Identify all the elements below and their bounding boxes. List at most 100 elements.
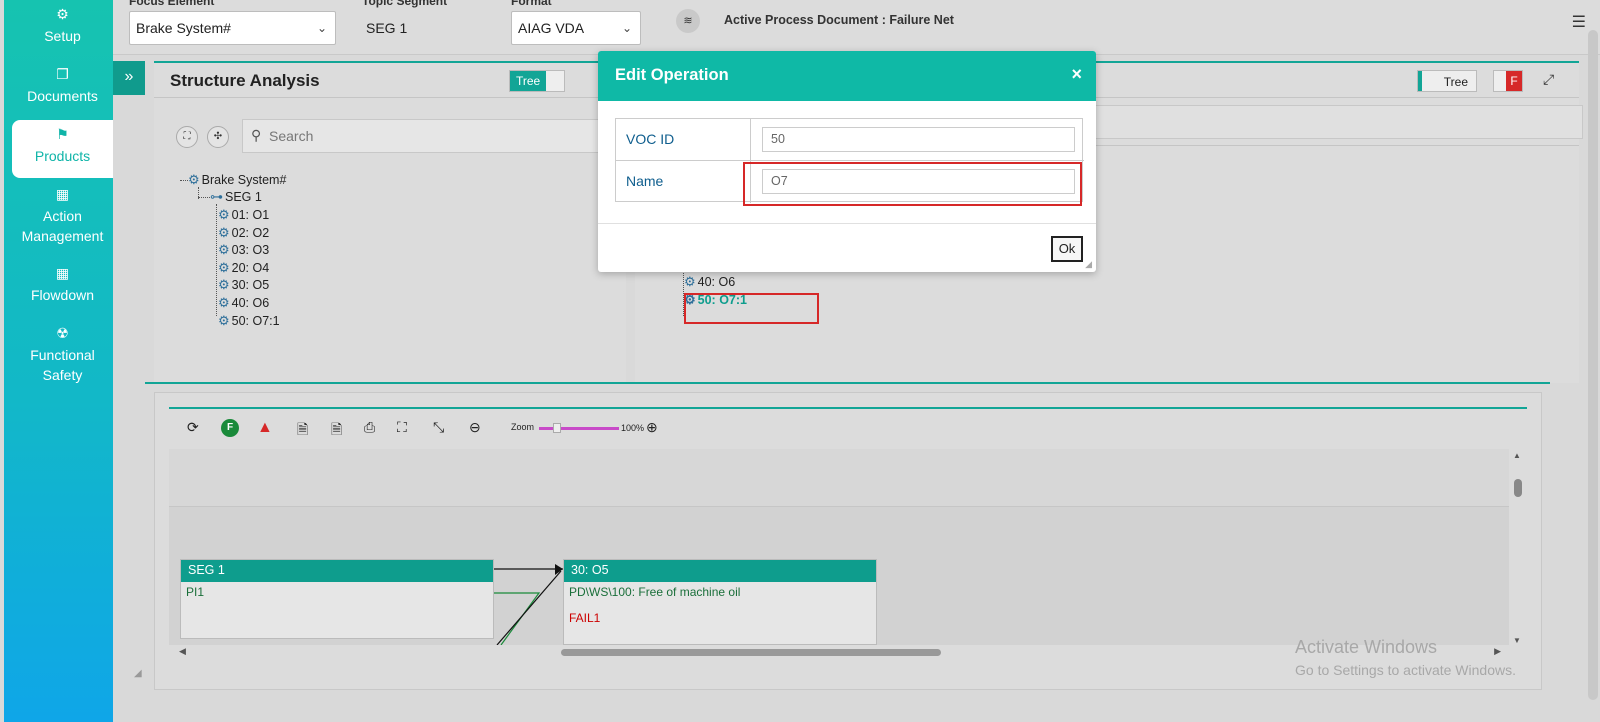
- search-input[interactable]: ⚲ Search: [242, 119, 622, 153]
- sidebar-item-label: Action Management: [21, 208, 104, 244]
- scroll-right-icon[interactable]: ▶: [1494, 646, 1501, 657]
- diagram-node[interactable]: 30: O5 PD\WS\100: Free of machine oil FA…: [563, 559, 877, 645]
- tree-node-op[interactable]: ⚙ 03: O3: [218, 242, 269, 258]
- scroll-thumb[interactable]: [1514, 479, 1522, 497]
- ok-button[interactable]: Ok: [1051, 236, 1083, 262]
- tree-node-op[interactable]: ⚙ 50: O7:1: [218, 313, 280, 329]
- sidebar-item-label: Functional Safety: [30, 347, 95, 383]
- resize-handle-icon[interactable]: ◢: [1085, 259, 1092, 270]
- tree-node-label: 03: O3: [231, 243, 270, 257]
- export-svg-icon[interactable]: 🗎: [297, 419, 308, 443]
- sidebar-item-label: Products: [34, 148, 91, 164]
- tree-connector: [180, 180, 188, 181]
- divider: [154, 97, 626, 98]
- settings-sliders-icon[interactable]: ☰: [1572, 12, 1586, 32]
- chevron-down-icon: ⌄: [316, 21, 327, 35]
- close-icon[interactable]: ×: [1071, 64, 1082, 85]
- expand-panel-button[interactable]: »: [113, 61, 145, 95]
- panel-title: Structure Analysis: [170, 71, 320, 90]
- refresh-icon[interactable]: ⟳: [187, 419, 199, 436]
- page-scrollbar[interactable]: [1588, 30, 1598, 700]
- section-divider: [145, 382, 1550, 384]
- diagram-frame: ⟳ F ▲ 🗎 🗎 ⎙ ⛶ ⤡ ⊖ Zoom 100% ⊕ SEG 1 PI1 …: [169, 407, 1527, 656]
- expand-all-icon[interactable]: ⛶: [176, 126, 198, 148]
- right-search-input[interactable]: [1075, 105, 1583, 139]
- tree-node-label: 01: O1: [231, 208, 270, 222]
- scroll-left-icon[interactable]: ◀: [179, 646, 186, 657]
- tree-node-label: Brake System#: [201, 173, 287, 187]
- zoom-in-icon[interactable]: ⊕: [646, 419, 658, 436]
- diagram-canvas[interactable]: SEG 1 PI1 30: O5 PD\WS\100: Free of mach…: [169, 449, 1509, 645]
- search-placeholder: Search: [269, 128, 314, 144]
- node-title: 30: O5: [564, 560, 876, 582]
- tree-node-label: 50: O7:1: [231, 314, 280, 328]
- tree-node-root[interactable]: ⚙ Brake System#: [188, 172, 286, 188]
- sidebar-item-flowdown[interactable]: ▦ Flowdown: [12, 265, 113, 307]
- tree-connector: [216, 204, 217, 316]
- voc-id-field[interactable]: 50: [762, 127, 1075, 152]
- voc-id-row: VOC ID 50: [616, 119, 1084, 161]
- activate-windows-watermark: Activate Windows: [1295, 637, 1438, 657]
- operation-icon: ⚙: [218, 207, 230, 222]
- top-bar: Focus Element Brake System# ⌄ Topic Segm…: [113, 0, 1600, 55]
- tree-node-label: 40: O6: [697, 275, 736, 289]
- chevron-down-icon: ⌄: [621, 21, 632, 35]
- node-fail: FAIL1: [569, 611, 601, 625]
- sidebar-item-documents[interactable]: ❐ Documents: [12, 66, 113, 108]
- format-value: AIAG VDA: [518, 20, 585, 36]
- operation-icon: ⚙: [218, 295, 230, 310]
- sidebar-item-setup[interactable]: ⚙ Setup: [12, 6, 113, 48]
- canvas-header-band: [169, 449, 1509, 507]
- failure-green-icon[interactable]: F: [221, 419, 239, 437]
- tree-node-op[interactable]: ⚙ 02: O2: [218, 225, 269, 241]
- resize-handle-icon[interactable]: ◢: [134, 668, 142, 679]
- sidebar-item-products[interactable]: ⚑ Products: [12, 120, 113, 178]
- tree-node-segment[interactable]: ⊶ SEG 1: [210, 189, 262, 205]
- fit-screen-icon[interactable]: ⛶: [397, 419, 407, 436]
- tree-node-label: 20: O4: [231, 261, 270, 275]
- fullscreen-icon[interactable]: ⤡: [433, 419, 444, 436]
- failure-toggle[interactable]: F: [1493, 70, 1523, 92]
- format-select[interactable]: AIAG VDA ⌄: [511, 11, 641, 45]
- sidebar-item-functional-safety[interactable]: ☢ Functional Safety: [12, 325, 113, 385]
- collapse-all-icon[interactable]: ✣: [207, 126, 229, 148]
- focus-element-select[interactable]: Brake System# ⌄: [129, 11, 336, 45]
- gear-icon: ⚙: [56, 6, 69, 22]
- sidebar-item-label: Documents: [27, 88, 98, 104]
- tree-connector: [198, 197, 210, 198]
- tree-node-op[interactable]: ⚙ 01: O1: [218, 207, 269, 223]
- sidebar-item-action-management[interactable]: ▦ Action Management: [12, 186, 113, 246]
- operation-icon: ⚙: [218, 277, 230, 292]
- tree-toggle[interactable]: Tree: [1417, 70, 1477, 92]
- building-icon: ▦: [55, 265, 70, 281]
- diagram-node[interactable]: SEG 1 PI1: [180, 559, 494, 639]
- format-label: Format: [511, 0, 552, 8]
- print-icon[interactable]: ⎙: [364, 419, 375, 436]
- layers-icon[interactable]: ≋: [676, 9, 700, 33]
- divider: [598, 223, 1096, 224]
- zoom-slider-handle[interactable]: [553, 423, 561, 433]
- tree-node-op[interactable]: ⚙ 30: O5: [218, 277, 269, 293]
- tree-node-op[interactable]: ⚙ 40: O6: [218, 295, 269, 311]
- tree-node-label: 02: O2: [231, 226, 270, 240]
- structure-analysis-panel: Structure Analysis Tree ⛶ ✣ ⚲ Search ⚙ Br…: [154, 61, 626, 383]
- tree-node-op[interactable]: ⚙ 40: O6: [684, 274, 735, 290]
- zoom-slider[interactable]: [539, 427, 619, 430]
- sidebar-item-label: Flowdown: [30, 287, 95, 303]
- maximize-icon[interactable]: ⤢: [1543, 71, 1554, 88]
- scroll-thumb[interactable]: [561, 649, 941, 656]
- tree-node-op[interactable]: ⚙ 20: O4: [218, 260, 269, 276]
- scroll-down-icon[interactable]: ▼: [1513, 636, 1521, 645]
- export-png-icon[interactable]: 🗎: [331, 419, 342, 443]
- tree-toggle[interactable]: Tree: [509, 70, 565, 92]
- failure-warning-icon[interactable]: ▲: [257, 419, 273, 437]
- documents-icon: ❐: [56, 66, 69, 82]
- vertical-scrollbar[interactable]: ▲ ▼: [1511, 449, 1525, 645]
- operation-icon: ⚙: [218, 242, 230, 257]
- focus-element-value: Brake System#: [136, 20, 231, 36]
- node-line: PI1: [186, 585, 205, 599]
- voc-id-label: VOC ID: [626, 131, 675, 147]
- scroll-up-icon[interactable]: ▲: [1513, 451, 1521, 460]
- connector-lines: [494, 564, 563, 645]
- zoom-out-icon[interactable]: ⊖: [469, 419, 481, 436]
